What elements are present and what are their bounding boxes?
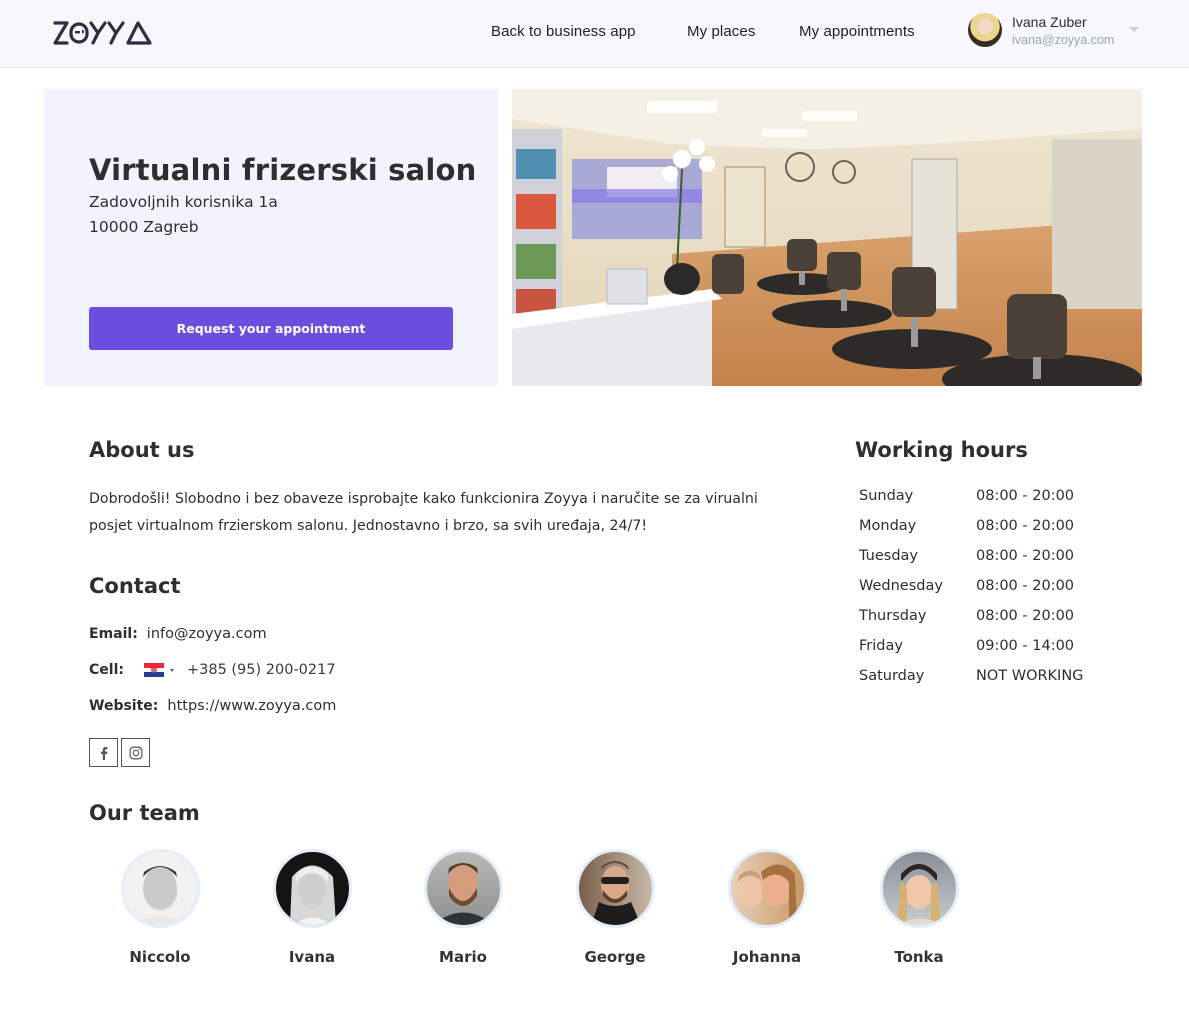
day-hours: 08:00 - 20:00 (976, 578, 1075, 594)
team-member-card[interactable]: Tonka (859, 848, 979, 968)
team-member-card[interactable]: George (555, 848, 675, 968)
nav-my-places[interactable]: My places (687, 23, 755, 40)
team-member-card[interactable]: Mario (403, 848, 523, 968)
team-member-avatar (880, 849, 959, 928)
day-label: Wednesday (859, 578, 943, 594)
day-hours: 08:00 - 20:00 (976, 608, 1075, 624)
user-email: ivana@zoyya.com (1012, 33, 1115, 47)
day-label: Sunday (859, 488, 914, 504)
salon-name: Virtualni frizerski salon (89, 153, 477, 187)
team-member-name: Tonka (894, 948, 944, 966)
team-member-avatar (728, 849, 807, 928)
about-us-text: Dobrodošli! Slobodno i bez obaveze ispro… (89, 491, 758, 534)
day-hours: 08:00 - 20:00 (976, 518, 1075, 534)
salon-photo (512, 89, 1142, 386)
team-member-name: Ivana (288, 948, 336, 966)
nav-my-appointments[interactable]: My appointments (799, 23, 915, 40)
day-label: Friday (859, 638, 903, 654)
our-team-heading: Our team (89, 801, 200, 825)
working-hours-heading: Working hours (855, 438, 1028, 462)
contact-email-row: Email: info@zoyya.com (89, 626, 267, 642)
day-hours: 08:00 - 20:00 (976, 488, 1075, 504)
team-member-avatar (121, 849, 200, 928)
salon-info-card: Virtualni frizerski salon Zadovoljnih ko… (44, 89, 498, 386)
team-member-card[interactable]: Johanna (707, 848, 827, 968)
facebook-icon (100, 746, 107, 760)
team-member-name: Johanna (732, 948, 802, 966)
chevron-down-icon[interactable] (1129, 27, 1139, 32)
user-name: Ivana Zuber (1012, 14, 1087, 30)
top-header: Back to business app My places My appoin… (0, 0, 1189, 68)
team-member-card[interactable]: Niccolo (100, 848, 220, 968)
team-member-avatar (424, 849, 503, 928)
facebook-button[interactable] (89, 738, 118, 767)
day-label: Monday (859, 518, 917, 534)
day-hours: NOT WORKING (976, 668, 1084, 684)
day-hours: 08:00 - 20:00 (976, 548, 1075, 564)
caret-down-icon (169, 668, 174, 672)
email-link[interactable]: info@zoyya.com (147, 626, 267, 642)
instagram-icon (129, 746, 142, 759)
salon-address-city: 10000 Zagreb (89, 218, 199, 236)
nav-back-to-business-app[interactable]: Back to business app (491, 23, 636, 40)
croatia-flag-icon (143, 663, 164, 677)
team-member-avatar (576, 849, 655, 928)
request-appointment-button[interactable]: Request your appointment (89, 307, 453, 350)
website-label: Website: (89, 698, 159, 714)
day-label: Thursday (859, 608, 927, 624)
cell-label: Cell: (89, 662, 124, 678)
zoyya-logo[interactable] (53, 19, 153, 47)
team-member-name: Mario (439, 948, 487, 966)
contact-heading: Contact (89, 574, 181, 598)
contact-website-row: Website: https://www.zoyya.com (89, 698, 336, 714)
salon-address-street: Zadovoljnih korisnika 1a (89, 193, 278, 211)
about-us-heading: About us (89, 438, 195, 462)
user-menu[interactable]: Ivana Zuber ivana@zoyya.com (968, 13, 1143, 53)
email-label: Email: (89, 626, 138, 642)
user-avatar (968, 13, 1002, 47)
team-member-name: Niccolo (129, 948, 191, 966)
team-member-name: George (584, 948, 646, 966)
day-label: Saturday (859, 668, 925, 684)
contact-cell-row: Cell: +385 (95) 200-0217 (89, 662, 336, 678)
team-member-avatar (273, 849, 352, 928)
country-code-select[interactable] (143, 663, 174, 677)
website-link[interactable]: https://www.zoyya.com (167, 698, 336, 714)
team-member-card[interactable]: Ivana (252, 848, 372, 968)
instagram-button[interactable] (121, 738, 150, 767)
cell-phone-number[interactable]: +385 (95) 200-0217 (187, 662, 336, 678)
day-hours: 09:00 - 14:00 (976, 638, 1075, 654)
day-label: Tuesday (859, 548, 918, 564)
